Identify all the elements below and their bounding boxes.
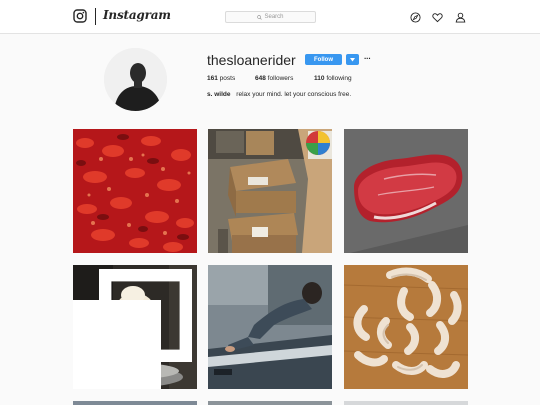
search-placeholder: Search <box>264 14 284 20</box>
heart-icon[interactable] <box>432 12 443 23</box>
followers-stat[interactable]: 648 followers <box>255 75 293 82</box>
profile-avatar[interactable] <box>104 48 167 111</box>
post-tile[interactable] <box>208 265 332 389</box>
search-input[interactable]: Search <box>225 11 316 23</box>
post-image-partial <box>73 401 197 405</box>
post-tile[interactable] <box>344 265 468 389</box>
followers-count: 648 <box>255 75 266 82</box>
followers-label: followers <box>267 75 294 82</box>
post-image-sausages <box>344 265 468 389</box>
search-icon <box>257 14 263 20</box>
profile-username: thesloanerider <box>207 52 296 68</box>
post-image-boxes <box>208 129 332 253</box>
suggestions-dropdown-button[interactable] <box>346 54 359 65</box>
avatar-photo <box>104 48 167 111</box>
post-image-partial <box>208 401 332 405</box>
following-count: 110 <box>314 75 325 82</box>
profile-bio: s. wilde relax your mind. let your consc… <box>207 91 351 98</box>
more-options-button[interactable]: ··· <box>364 54 371 63</box>
post-tile[interactable] <box>73 265 197 389</box>
post-image-partial <box>344 401 468 405</box>
posts-stat: 161 posts <box>207 75 235 82</box>
logo-divider <box>95 8 96 25</box>
explore-icon[interactable] <box>410 12 421 23</box>
following-label: following <box>326 75 352 82</box>
instagram-wordmark[interactable]: Instagram <box>103 8 171 22</box>
post-tile[interactable] <box>208 401 332 405</box>
posts-count: 161 <box>207 75 218 82</box>
post-tile[interactable] <box>73 401 197 405</box>
caret-down-icon <box>350 57 355 61</box>
post-image-steak <box>344 129 468 253</box>
post-tile[interactable] <box>344 401 468 405</box>
post-image-peppers <box>73 129 197 253</box>
post-image-man-car <box>208 265 332 389</box>
follow-button[interactable]: Follow <box>305 54 342 65</box>
bio-text: relax your mind. let your conscious free… <box>236 91 352 98</box>
bio-name: s. wilde <box>207 91 231 98</box>
instagram-camera-icon[interactable] <box>73 9 87 23</box>
multiple-photos-icon <box>73 269 192 389</box>
post-tile[interactable] <box>73 129 197 253</box>
top-nav: Instagram Search <box>0 0 540 34</box>
post-tile[interactable] <box>344 129 468 253</box>
profile-icon[interactable] <box>455 12 466 23</box>
following-stat[interactable]: 110 following <box>314 75 352 82</box>
post-tile[interactable] <box>208 129 332 253</box>
posts-label: posts <box>219 75 236 82</box>
